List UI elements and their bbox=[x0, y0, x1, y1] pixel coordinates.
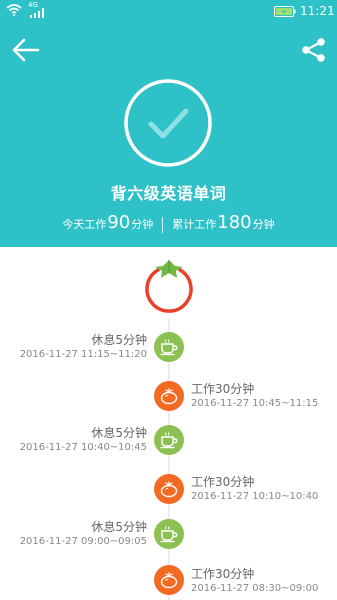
rest-node bbox=[154, 332, 184, 362]
battery-icon bbox=[274, 6, 296, 17]
signal-icon bbox=[30, 8, 44, 18]
stats-divider bbox=[162, 217, 164, 233]
entry-title: 工作30分钟 bbox=[191, 567, 255, 581]
entry-title: 工作30分钟 bbox=[191, 382, 255, 396]
rest-node bbox=[154, 519, 184, 549]
total-value: 180 bbox=[217, 212, 252, 233]
total-label: 累计工作 bbox=[172, 218, 217, 231]
entry-title: 休息5分钟 bbox=[91, 520, 147, 534]
entry-time: 2016-11-27 10:40~10:45 bbox=[19, 442, 147, 453]
work-node bbox=[154, 565, 184, 595]
entry-title: 工作30分钟 bbox=[191, 475, 255, 489]
rest-node bbox=[154, 425, 184, 455]
coffee-cup-icon bbox=[160, 432, 178, 449]
check-circle-icon bbox=[124, 79, 212, 167]
task-title: 背六级英语单词 bbox=[110, 184, 227, 203]
today-label: 今天工作 bbox=[62, 218, 107, 231]
share-icon[interactable] bbox=[300, 36, 328, 64]
entry-time: 2016-11-27 09:00~09:05 bbox=[19, 536, 147, 547]
tomato-icon bbox=[145, 260, 193, 313]
tomato-icon bbox=[160, 388, 178, 405]
coffee-cup-icon bbox=[160, 526, 178, 543]
today-unit: 分钟 bbox=[131, 218, 154, 231]
entry-title: 休息5分钟 bbox=[91, 426, 147, 440]
clock: 11:21 bbox=[300, 4, 335, 18]
entry-time: 2016-11-27 08:30~09:00 bbox=[191, 583, 319, 594]
arrow-left-icon[interactable] bbox=[10, 36, 42, 64]
entry-title: 休息5分钟 bbox=[91, 333, 147, 347]
entry-time: 2016-11-27 11:15~11:20 bbox=[19, 349, 147, 360]
work-stats: 今天工作 90 分钟 累计工作 180 分钟 bbox=[0, 212, 337, 238]
work-node bbox=[154, 381, 184, 411]
total-unit: 分钟 bbox=[252, 218, 275, 231]
today-value: 90 bbox=[107, 212, 131, 233]
work-node bbox=[154, 474, 184, 504]
tomato-icon bbox=[160, 572, 178, 589]
coffee-cup-icon bbox=[160, 339, 178, 356]
entry-time: 2016-11-27 10:10~10:40 bbox=[191, 491, 319, 502]
tomato-icon bbox=[160, 481, 178, 498]
entry-time: 2016-11-27 10:45~11:15 bbox=[191, 398, 319, 409]
status-bar: 4G 11:21 bbox=[0, 0, 337, 24]
header: 4G 11:21 背六级英语单词 今天工作 90 分钟 累计工作 180 分钟 bbox=[0, 0, 337, 247]
wifi-icon bbox=[6, 4, 22, 16]
